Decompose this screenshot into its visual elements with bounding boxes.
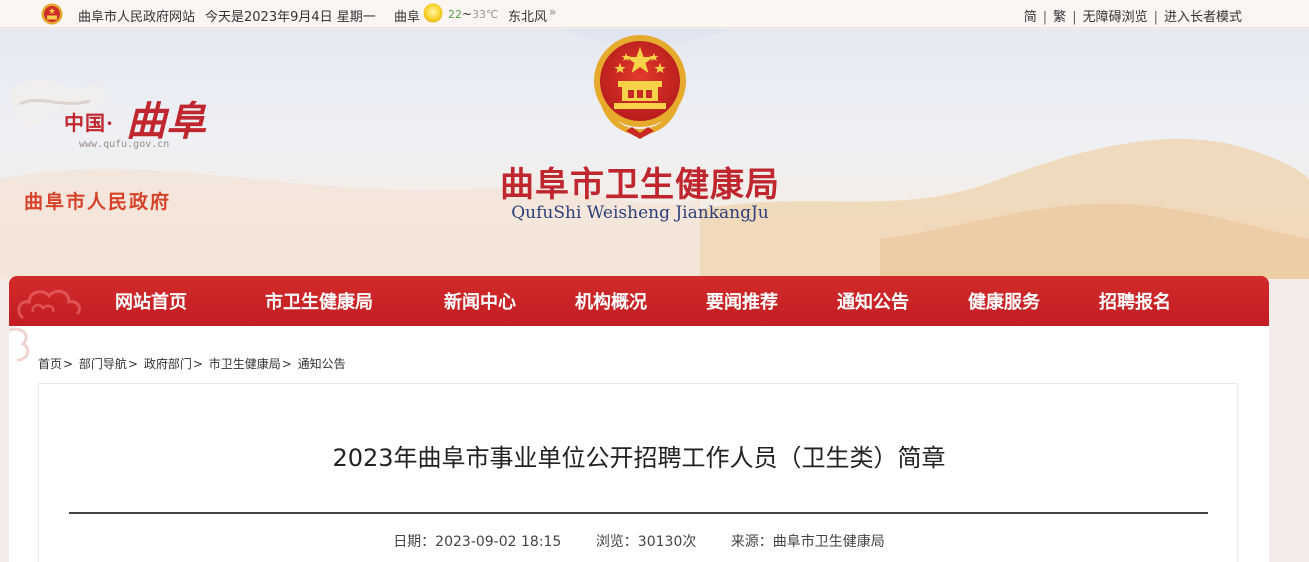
- nav-organization[interactable]: 机构概况: [575, 288, 647, 314]
- breadcrumb-separator: >: [281, 357, 292, 371]
- breadcrumb-separator: >: [63, 357, 74, 371]
- article-meta: 日期：2023-09-02 18:15 浏览：30130次 来源：曲阜市卫生健康…: [39, 531, 1239, 551]
- breadcrumb-health-bureau[interactable]: 市卫生健康局: [209, 357, 281, 371]
- header-banner: 中国· 曲阜 www.qufu.gov.cn 曲阜市人民政府 曲阜市卫生健康局 …: [0, 29, 1309, 279]
- accessibility-links: 简 | 繁 | 无障碍浏览 | 进入长者模式: [1024, 6, 1242, 25]
- title-divider: [69, 512, 1208, 514]
- nav-featured-news[interactable]: 要闻推荐: [706, 288, 778, 314]
- nav-health-services[interactable]: 健康服务: [968, 288, 1040, 314]
- national-emblem-icon: [594, 35, 686, 139]
- national-emblem-icon: [41, 3, 63, 25]
- breadcrumb-home[interactable]: 首页: [38, 357, 62, 371]
- article-panel: 2023年曲阜市事业单位公开招聘工作人员（卫生类）简章 日期：2023-09-0…: [38, 383, 1238, 562]
- link-separator: |: [1042, 10, 1048, 25]
- temp-separator: ~: [462, 7, 473, 21]
- link-separator: |: [1153, 10, 1158, 25]
- main-navigation: 网站首页 市卫生健康局 新闻中心 机构概况 要闻推荐 通知公告 健康服务 招聘报…: [9, 276, 1269, 326]
- nav-news-center[interactable]: 新闻中心: [444, 288, 516, 314]
- nav-announcements[interactable]: 通知公告: [837, 288, 909, 314]
- article-title: 2023年曲阜市事业单位公开招聘工作人员（卫生类）简章: [332, 444, 946, 472]
- weather-city: 曲阜: [394, 10, 421, 25]
- breadcrumb-separator: >: [127, 357, 138, 371]
- bureau-title: 曲阜市卫生健康局: [500, 165, 780, 205]
- logo-url-text: www.qufu.gov.cn: [79, 139, 170, 150]
- content-area: 首页> 部门导航> 政府部门> 市卫生健康局> 通知公告 2023年曲阜市事业单…: [9, 326, 1269, 562]
- publish-date: 日期：2023-09-02 18:15: [393, 534, 562, 550]
- breadcrumb-department-nav[interactable]: 部门导航: [79, 357, 127, 371]
- double-chevron-icon[interactable]: »: [549, 5, 556, 19]
- view-count: 浏览：30130次: [595, 534, 697, 550]
- sun-icon: [423, 3, 443, 23]
- temp-high: 33℃: [472, 8, 499, 21]
- temperature-range: 22~33℃: [448, 7, 498, 21]
- simplified-chinese-link[interactable]: 简: [1024, 10, 1037, 25]
- logo-china-text: 中国·: [64, 111, 114, 135]
- link-separator: |: [1072, 10, 1077, 25]
- nav-home[interactable]: 网站首页: [115, 288, 187, 314]
- temp-low: 22: [448, 8, 462, 21]
- site-name-link[interactable]: 曲阜市人民政府网站: [78, 6, 195, 25]
- wind-direction: 东北风: [508, 10, 548, 25]
- top-bar: 曲阜市人民政府网站 今天是2023年9月4日 星期一 曲阜 22~33℃ 东北风…: [0, 0, 1309, 28]
- breadcrumb-announcements[interactable]: 通知公告: [298, 357, 346, 371]
- nav-health-bureau[interactable]: 市卫生健康局: [265, 288, 373, 314]
- bureau-title-pinyin: QufuShi Weisheng JiankangJu: [511, 203, 769, 223]
- cloud-pattern-icon: [17, 289, 81, 320]
- article-source: 来源：曲阜市卫生健康局: [730, 534, 885, 550]
- breadcrumb-government-departments[interactable]: 政府部门: [144, 357, 192, 371]
- nav-recruitment[interactable]: 招聘报名: [1099, 288, 1171, 314]
- elder-mode-link[interactable]: 进入长者模式: [1164, 10, 1242, 25]
- current-date: 今天是2023年9月4日 星期一: [205, 10, 376, 25]
- traditional-chinese-link[interactable]: 繁: [1053, 10, 1066, 25]
- accessible-browsing-link[interactable]: 无障碍浏览: [1083, 10, 1148, 25]
- breadcrumb: 首页> 部门导航> 政府部门> 市卫生健康局> 通知公告: [38, 355, 346, 372]
- breadcrumb-separator: >: [192, 357, 203, 371]
